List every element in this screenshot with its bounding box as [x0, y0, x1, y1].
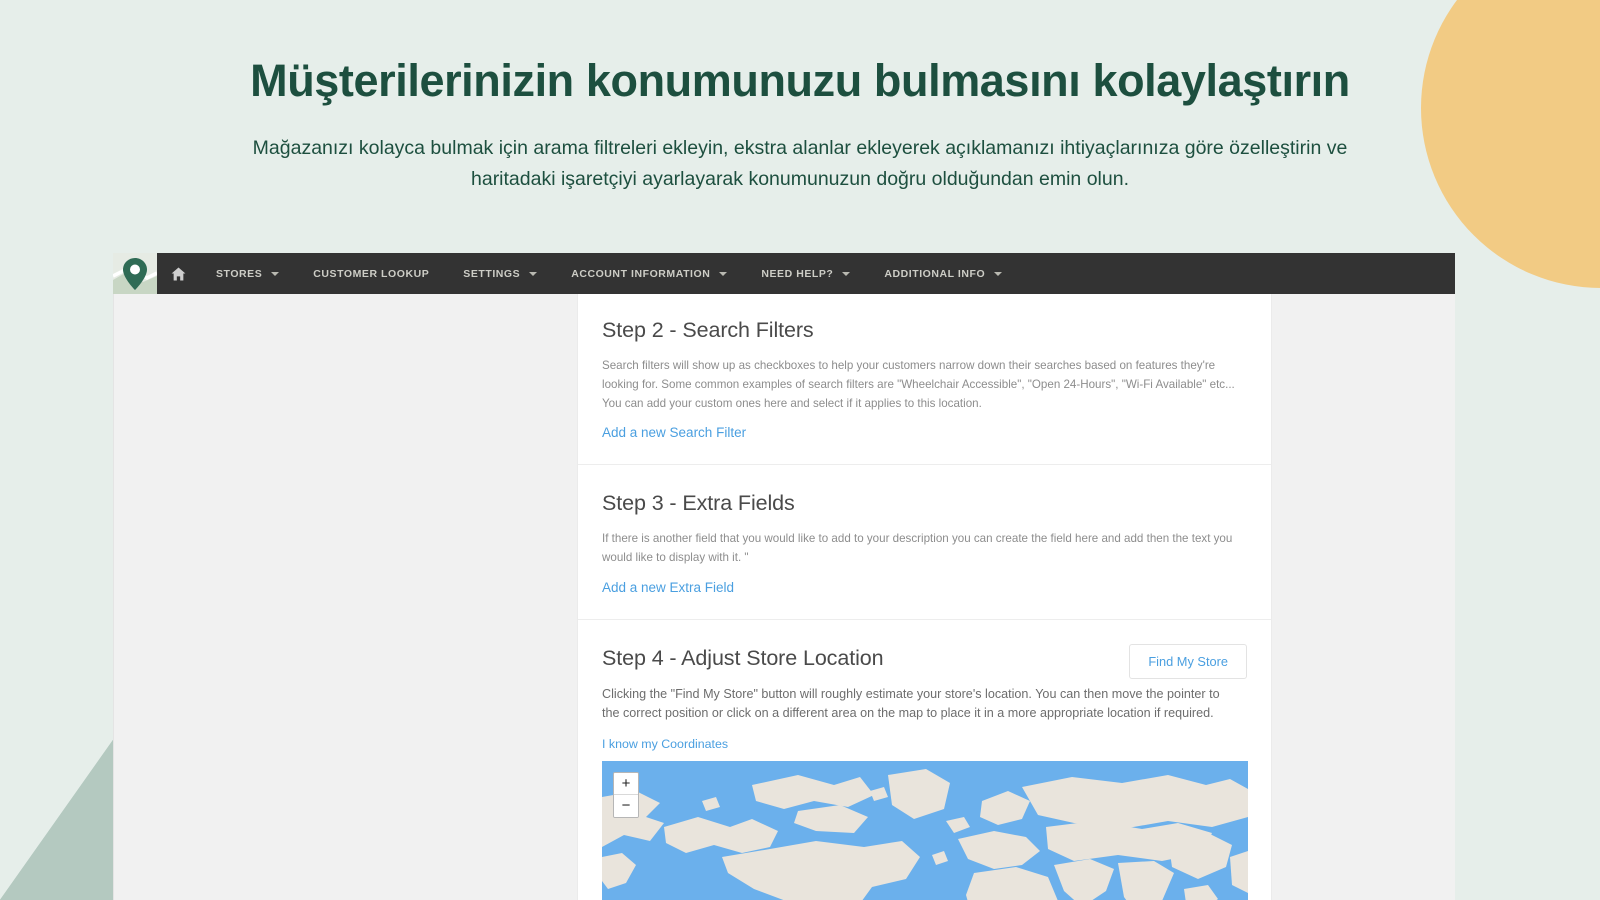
map-zoom-in-button[interactable]: +	[614, 772, 638, 795]
nav-item-need-help[interactable]: NEED HELP?	[744, 253, 867, 294]
decorative-triangle-bottom-left	[0, 740, 113, 900]
map-zoom-out-button[interactable]: −	[614, 794, 638, 817]
step-3-description: If there is another field that you would…	[602, 532, 1233, 565]
step-2-title: Step 2 - Search Filters	[602, 318, 814, 342]
chevron-down-icon	[529, 272, 538, 276]
step-3-title: Step 3 - Extra Fields	[602, 491, 795, 516]
chevron-down-icon	[271, 272, 280, 276]
store-location-map[interactable]: + −	[602, 760, 1248, 900]
page-subtitle: Mağazanızı kolayca bulmak için arama fil…	[252, 137, 1348, 190]
app-window: STORES CUSTOMER LOOKUP SETTINGS ACCOUNT …	[113, 253, 1455, 900]
top-navigation-bar: STORES CUSTOMER LOOKUP SETTINGS ACCOUNT …	[113, 253, 1455, 294]
add-search-filter-link[interactable]: Add a new Search Filter	[602, 425, 746, 440]
map-zoom-controls[interactable]: + −	[613, 771, 639, 818]
nav-item-label: ACCOUNT INFORMATION	[571, 267, 711, 280]
map-pin-icon	[113, 253, 157, 294]
chevron-down-icon	[994, 272, 1003, 276]
settings-content-card: Step 2 - Search Filters Search filters w…	[577, 294, 1272, 900]
nav-item-label: NEED HELP?	[761, 267, 834, 280]
nav-item-settings[interactable]: SETTINGS	[446, 253, 554, 294]
home-icon	[171, 266, 185, 280]
chevron-down-icon	[842, 272, 851, 276]
nav-item-customer-lookup[interactable]: CUSTOMER LOOKUP	[296, 253, 446, 294]
i-know-my-coordinates-link[interactable]: I know my Coordinates	[602, 737, 728, 751]
nav-item-label: ADDITIONAL INFO	[884, 267, 986, 280]
world-map-graphic	[602, 760, 1248, 900]
nav-item-additional-info[interactable]: ADDITIONAL INFO	[867, 253, 1019, 294]
step-2-description: Search filters will show up as checkboxe…	[602, 359, 1235, 410]
step-4-description: Clicking the "Find My Store" button will…	[602, 686, 1220, 721]
chevron-down-icon	[719, 272, 728, 276]
nav-home-button[interactable]	[157, 253, 199, 294]
section-step-3-extra-fields: Step 3 - Extra Fields If there is anothe…	[578, 465, 1271, 620]
nav-item-stores[interactable]: STORES	[199, 253, 296, 294]
step-4-header: Step 4 - Adjust Store Location Find My S…	[602, 643, 1247, 685]
add-extra-field-link[interactable]: Add a new Extra Field	[602, 580, 734, 595]
nav-item-label: CUSTOMER LOOKUP	[313, 267, 430, 280]
hero-section: Müşterilerinizin konumunuzu bulmasını ko…	[0, 0, 1600, 194]
nav-item-label: STORES	[216, 267, 263, 280]
nav-item-label: SETTINGS	[463, 267, 521, 280]
section-step-2-search-filters: Step 2 - Search Filters Search filters w…	[578, 294, 1271, 466]
nav-item-account-information[interactable]: ACCOUNT INFORMATION	[554, 253, 744, 294]
app-body: Step 2 - Search Filters Search filters w…	[113, 294, 1455, 900]
brand-logo[interactable]	[113, 253, 157, 294]
page-title: Müşterilerinizin konumunuzu bulmasını ko…	[250, 55, 1350, 106]
step-4-title: Step 4 - Adjust Store Location	[602, 645, 884, 670]
section-step-4-adjust-store-location: Step 4 - Adjust Store Location Find My S…	[578, 620, 1271, 900]
find-my-store-button[interactable]: Find My Store	[1129, 643, 1247, 679]
